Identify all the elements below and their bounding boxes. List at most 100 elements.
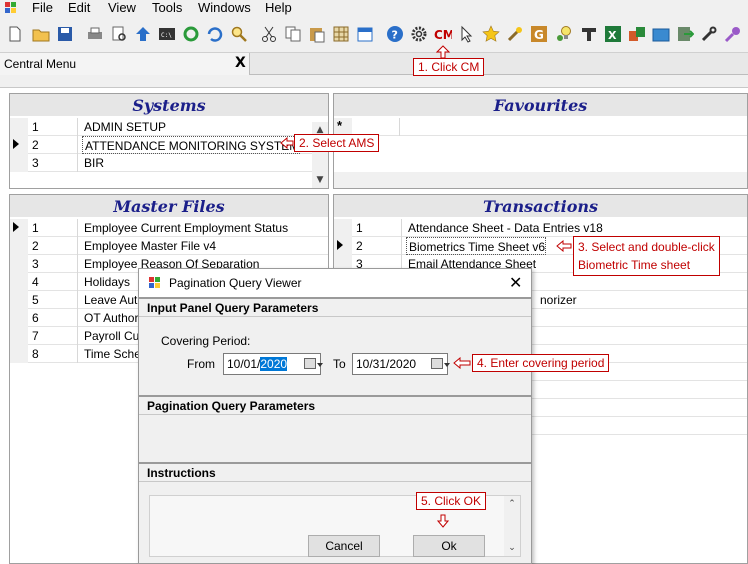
- cancel-button[interactable]: Cancel: [308, 535, 380, 557]
- from-label: From: [187, 357, 215, 371]
- import-icon[interactable]: [628, 25, 646, 43]
- undo-icon[interactable]: [206, 25, 224, 43]
- row-number: 3: [28, 154, 78, 172]
- dialog-title-bar[interactable]: Pagination Query Viewer ✕: [139, 269, 531, 297]
- systems-row[interactable]: 1 ADMIN SETUP: [10, 118, 328, 136]
- section-input-panel: Input Panel Query Parameters: [139, 297, 531, 317]
- g-icon[interactable]: G: [530, 25, 548, 43]
- grid-icon[interactable]: [332, 25, 350, 43]
- dialog-close-icon[interactable]: ✕: [509, 273, 522, 292]
- menu-bar: File Edit View Tools Windows Help: [0, 0, 748, 17]
- svg-text:G: G: [534, 28, 544, 42]
- menu-help[interactable]: Help: [265, 0, 292, 15]
- print-preview-icon[interactable]: [110, 25, 128, 43]
- cut-icon[interactable]: [260, 25, 278, 43]
- open-folder-icon[interactable]: [32, 25, 50, 43]
- chevron-down-icon[interactable]: [317, 363, 323, 367]
- favourites-title: Favourites: [334, 94, 747, 116]
- scroll-up-icon[interactable]: ⌃: [504, 496, 520, 512]
- callout-step1: 1. Click CM: [413, 58, 485, 76]
- row-number: 1: [28, 118, 78, 136]
- scroll-down-icon[interactable]: ▼: [312, 172, 328, 188]
- paste-icon[interactable]: [308, 25, 326, 43]
- row-selector[interactable]: [10, 219, 28, 237]
- master-files-row[interactable]: 1 Employee Current Employment Status: [10, 219, 328, 237]
- search-icon[interactable]: [230, 25, 248, 43]
- callout-step1-arrow-icon: [436, 45, 450, 59]
- row-selector[interactable]: [10, 327, 28, 345]
- callout-step3: 3. Select and double-click Biometric Tim…: [573, 236, 720, 276]
- export-icon[interactable]: [676, 25, 694, 43]
- cursor-icon[interactable]: [458, 25, 476, 43]
- print-icon[interactable]: [86, 25, 104, 43]
- row-selector[interactable]: [10, 273, 28, 291]
- settings-icon[interactable]: [410, 25, 428, 43]
- calendar-icon[interactable]: [356, 25, 374, 43]
- row-name: Attendance Sheet - Data Entries v18: [408, 221, 603, 235]
- row-selector[interactable]: [10, 237, 28, 255]
- toolbar: C:\ ? CM G X: [0, 19, 748, 53]
- favourites-hscrollbar[interactable]: [334, 172, 747, 188]
- ok-button[interactable]: Ok: [413, 535, 485, 557]
- help-icon[interactable]: ?: [386, 25, 404, 43]
- menu-windows[interactable]: Windows: [198, 0, 251, 15]
- dialog-title: Pagination Query Viewer: [169, 276, 302, 290]
- to-label: To: [333, 357, 346, 371]
- refresh-icon[interactable]: [182, 25, 200, 43]
- stamp-icon[interactable]: [580, 25, 598, 43]
- copy-icon[interactable]: [284, 25, 302, 43]
- callout-step5-arrow-icon: [437, 514, 449, 528]
- calendar-icon[interactable]: [431, 358, 443, 369]
- excel-icon[interactable]: X: [604, 25, 622, 43]
- callout-step5: 5. Click OK: [416, 492, 487, 510]
- pagination-query-viewer-dialog: Pagination Query Viewer ✕ Input Panel Qu…: [138, 268, 532, 564]
- tab-central-menu[interactable]: Central Menu X: [0, 53, 250, 75]
- covering-period-label: Covering Period:: [161, 334, 251, 348]
- wrench-icon[interactable]: [700, 25, 718, 43]
- row-number: 2: [352, 237, 402, 255]
- cm-icon[interactable]: CM: [434, 25, 452, 43]
- row-name: BIR: [84, 156, 105, 170]
- callout-step4-arrow-icon: [453, 357, 471, 369]
- tools-icon[interactable]: [506, 25, 524, 43]
- menu-edit[interactable]: Edit: [68, 0, 90, 15]
- save-icon[interactable]: [56, 25, 74, 43]
- row-selector[interactable]: [334, 237, 352, 255]
- chevron-down-icon[interactable]: [444, 363, 450, 367]
- folder-icon[interactable]: [652, 25, 670, 43]
- systems-row[interactable]: 3 BIR: [10, 154, 328, 172]
- row-number: 7: [28, 327, 78, 345]
- row-selector[interactable]: [10, 255, 28, 273]
- to-date-field[interactable]: 10/31/2020: [352, 353, 450, 375]
- key-icon[interactable]: [724, 25, 742, 43]
- callout-step2-arrow-icon: [280, 137, 294, 149]
- from-date-field[interactable]: 10/01/2020: [223, 353, 323, 375]
- transactions-row[interactable]: 1 Attendance Sheet - Data Entries v18: [334, 219, 747, 237]
- row-selector[interactable]: [10, 309, 28, 327]
- row-selector[interactable]: [10, 154, 28, 172]
- master-files-title: Master Files: [10, 195, 328, 217]
- row-number: 5: [28, 291, 78, 309]
- menu-tools[interactable]: Tools: [152, 0, 182, 15]
- favourites-new-row[interactable]: *: [334, 118, 747, 136]
- tab-close-icon[interactable]: X: [235, 55, 246, 71]
- up-arrow-icon[interactable]: [134, 25, 152, 43]
- row-selector[interactable]: [10, 291, 28, 309]
- scroll-down-icon[interactable]: ⌄: [504, 540, 520, 556]
- systems-scrollbar[interactable]: ▲ ▼: [312, 122, 328, 188]
- row-selector[interactable]: [10, 345, 28, 363]
- star-icon[interactable]: [482, 25, 500, 43]
- console-icon[interactable]: C:\: [158, 25, 176, 43]
- row-selector[interactable]: [10, 118, 28, 136]
- new-icon[interactable]: [6, 25, 24, 43]
- row-selector[interactable]: [10, 136, 28, 154]
- instructions-scrollbar[interactable]: ⌃ ⌄: [504, 496, 520, 556]
- row-selector[interactable]: [334, 219, 352, 237]
- master-files-row[interactable]: 2 Employee Master File v4: [10, 237, 328, 255]
- menu-file[interactable]: File: [32, 0, 53, 15]
- calendar-icon[interactable]: [304, 358, 316, 369]
- from-date-selected-year: 2020: [260, 357, 288, 371]
- bulb-icon[interactable]: [556, 25, 574, 43]
- row-number: 4: [28, 273, 78, 291]
- menu-view[interactable]: View: [108, 0, 136, 15]
